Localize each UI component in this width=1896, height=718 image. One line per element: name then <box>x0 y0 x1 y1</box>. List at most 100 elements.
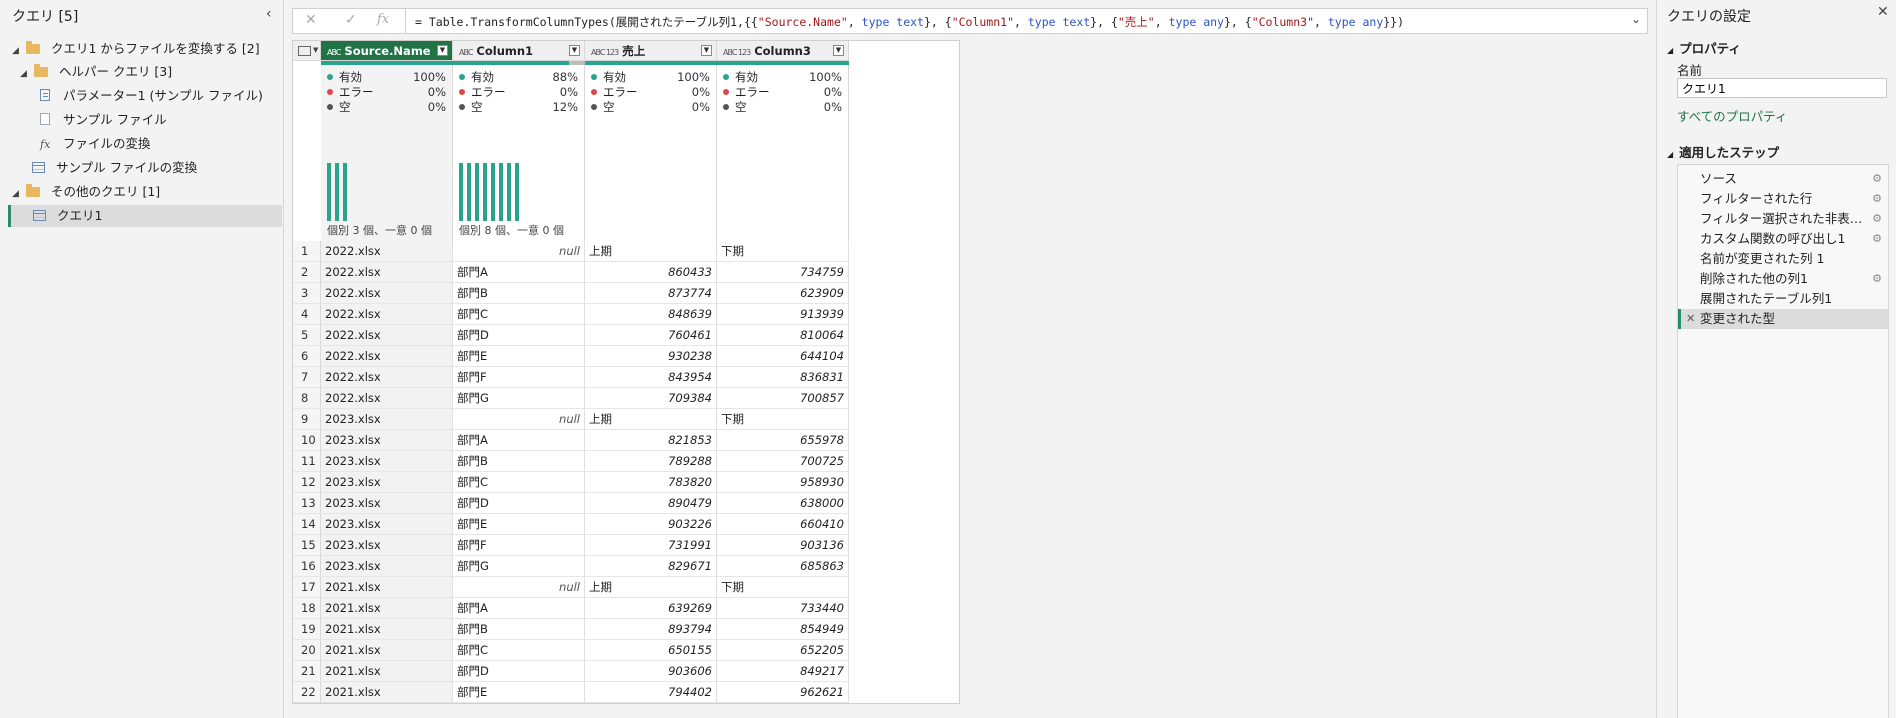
row-number[interactable]: 7 <box>293 367 321 388</box>
tree-item-parameter1[interactable]: パラメーター1 (サンプル ファイル) <box>40 85 263 107</box>
type-abc-icon[interactable]: ABC <box>459 43 473 63</box>
row-number[interactable]: 12 <box>293 472 321 493</box>
row-number[interactable]: 8 <box>293 388 321 409</box>
tree-item-transform-sample[interactable]: サンプル ファイルの変換 <box>32 157 197 179</box>
grid-cell[interactable]: 部門A <box>453 262 585 283</box>
grid-cell[interactable]: 2023.xlsx <box>321 451 453 472</box>
grid-cell[interactable]: 部門C <box>453 304 585 325</box>
grid-cell[interactable]: 700857 <box>717 388 849 409</box>
grid-cell[interactable]: 2022.xlsx <box>321 304 453 325</box>
row-number[interactable]: 13 <box>293 493 321 514</box>
tree-item-transform-file[interactable]: fx ファイルの変換 <box>40 133 151 155</box>
grid-cell[interactable]: 700725 <box>717 451 849 472</box>
row-number[interactable]: 1 <box>293 241 321 262</box>
grid-cell[interactable]: 部門G <box>453 556 585 577</box>
applied-step-6[interactable]: 削除された他の列1 ⚙ <box>1678 269 1888 289</box>
grid-cell[interactable]: 2021.xlsx <box>321 598 453 619</box>
row-number[interactable]: 16 <box>293 556 321 577</box>
distribution-bar[interactable] <box>507 163 511 221</box>
expand-triangle-icon[interactable]: ◢ <box>12 183 22 205</box>
grid-cell[interactable]: 2023.xlsx <box>321 514 453 535</box>
commit-formula-button[interactable]: ✓ <box>345 12 357 28</box>
gear-icon[interactable]: ⚙ <box>1872 269 1882 289</box>
grid-cell[interactable]: 2022.xlsx <box>321 262 453 283</box>
column-header-2[interactable]: ABC 123 売上 ▼ <box>585 41 717 61</box>
distribution-bar[interactable] <box>467 163 471 221</box>
distribution-bar[interactable] <box>459 163 463 221</box>
grid-cell[interactable]: 部門D <box>453 493 585 514</box>
distribution-bar[interactable] <box>335 163 339 221</box>
row-number[interactable]: 15 <box>293 535 321 556</box>
type-abc-icon[interactable]: ABC 123 <box>723 43 751 63</box>
row-number[interactable]: 19 <box>293 619 321 640</box>
applied-steps-header[interactable]: ◢ 適用したステップ <box>1667 142 1779 161</box>
grid-cell[interactable]: null <box>453 577 585 598</box>
grid-cell[interactable]: 836831 <box>717 367 849 388</box>
grid-cell[interactable]: 2022.xlsx <box>321 325 453 346</box>
grid-cell[interactable]: 760461 <box>585 325 717 346</box>
grid-cell[interactable]: 660410 <box>717 514 849 535</box>
grid-cell[interactable]: 下期 <box>717 241 849 262</box>
distribution-bar[interactable] <box>499 163 503 221</box>
all-properties-link[interactable]: すべてのプロパティ <box>1677 106 1787 125</box>
distribution-bar[interactable] <box>491 163 495 221</box>
row-number[interactable]: 17 <box>293 577 321 598</box>
row-number[interactable]: 23 <box>293 703 321 704</box>
grid-cell[interactable]: 903226 <box>585 514 717 535</box>
grid-cell[interactable]: 968668 <box>585 703 717 704</box>
filter-dropdown-icon[interactable]: ▼ <box>569 45 580 56</box>
grid-cell[interactable]: 789288 <box>585 451 717 472</box>
grid-cell[interactable]: 部門F <box>453 535 585 556</box>
grid-cell[interactable]: 2021.xlsx <box>321 682 453 703</box>
formula-input[interactable]: = Table.TransformColumnTypes(展開されたテーブル列1… <box>415 14 1404 30</box>
gear-icon[interactable]: ⚙ <box>1872 189 1882 209</box>
grid-cell[interactable]: 部門D <box>453 325 585 346</box>
grid-cell[interactable]: 上期 <box>585 241 717 262</box>
row-number[interactable]: 3 <box>293 283 321 304</box>
grid-cell[interactable]: 650155 <box>585 640 717 661</box>
grid-cell[interactable]: 2023.xlsx <box>321 493 453 514</box>
row-number[interactable]: 18 <box>293 598 321 619</box>
collapse-pane-icon[interactable]: ‹ <box>266 6 272 22</box>
grid-cell[interactable]: 2021.xlsx <box>321 619 453 640</box>
applied-step-5[interactable]: 名前が変更された列 1 <box>1678 249 1888 269</box>
grid-cell[interactable]: 655978 <box>717 430 849 451</box>
grid-cell[interactable]: 2021.xlsx <box>321 640 453 661</box>
grid-cell[interactable]: 810064 <box>717 325 849 346</box>
distribution-bar[interactable] <box>327 163 331 221</box>
grid-cell[interactable]: 2022.xlsx <box>321 283 453 304</box>
grid-cell[interactable]: 上期 <box>585 577 717 598</box>
grid-cell[interactable]: 部門E <box>453 682 585 703</box>
grid-cell[interactable]: 部門F <box>453 703 585 704</box>
grid-cell[interactable]: 下期 <box>717 409 849 430</box>
grid-cell[interactable]: 2023.xlsx <box>321 535 453 556</box>
grid-cell[interactable]: 962621 <box>717 682 849 703</box>
distribution-bar[interactable] <box>343 163 347 221</box>
grid-cell[interactable]: 部門C <box>453 472 585 493</box>
grid-cell[interactable]: 974111 <box>717 703 849 704</box>
grid-cell[interactable]: 709384 <box>585 388 717 409</box>
grid-cell[interactable]: 2022.xlsx <box>321 367 453 388</box>
grid-cell[interactable]: 638000 <box>717 493 849 514</box>
grid-cell[interactable]: 上期 <box>585 409 717 430</box>
cancel-formula-button[interactable]: ✕ <box>305 12 317 28</box>
row-number[interactable]: 4 <box>293 304 321 325</box>
grid-cell[interactable]: 2023.xlsx <box>321 556 453 577</box>
grid-cell[interactable]: 734759 <box>717 262 849 283</box>
grid-cell[interactable]: 848639 <box>585 304 717 325</box>
insert-function-button[interactable]: fx <box>377 12 389 27</box>
applied-step-2[interactable]: フィルターされた行 ⚙ <box>1678 189 1888 209</box>
grid-cell[interactable]: 2022.xlsx <box>321 388 453 409</box>
grid-cell[interactable]: 930238 <box>585 346 717 367</box>
tree-item-sample-file[interactable]: サンプル ファイル <box>40 109 167 131</box>
grid-cell[interactable]: 623909 <box>717 283 849 304</box>
grid-cell[interactable]: null <box>453 241 585 262</box>
grid-cell[interactable]: 部門B <box>453 283 585 304</box>
grid-cell[interactable]: 903606 <box>585 661 717 682</box>
expand-formula-icon[interactable]: ⌄ <box>1631 12 1641 26</box>
grid-cell[interactable]: 部門A <box>453 598 585 619</box>
gear-icon[interactable]: ⚙ <box>1872 169 1882 189</box>
grid-cell[interactable]: null <box>453 409 585 430</box>
applied-step-3[interactable]: フィルター選択された非表示... ⚙ <box>1678 209 1888 229</box>
grid-cell[interactable]: 部門C <box>453 640 585 661</box>
